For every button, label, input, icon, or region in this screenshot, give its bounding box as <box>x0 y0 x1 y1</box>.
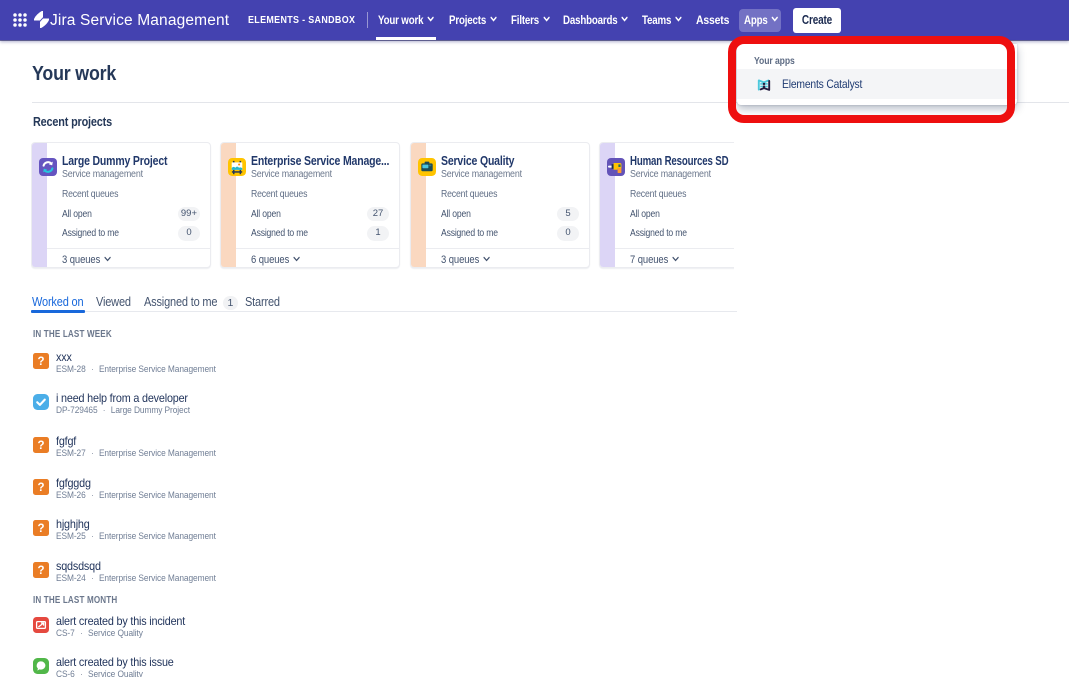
svg-text:?: ? <box>37 523 44 535</box>
svg-text:?: ? <box>37 440 44 452</box>
svg-text:?: ? <box>37 482 44 494</box>
svg-text:?: ? <box>37 356 44 368</box>
svg-text:?: ? <box>37 565 44 577</box>
